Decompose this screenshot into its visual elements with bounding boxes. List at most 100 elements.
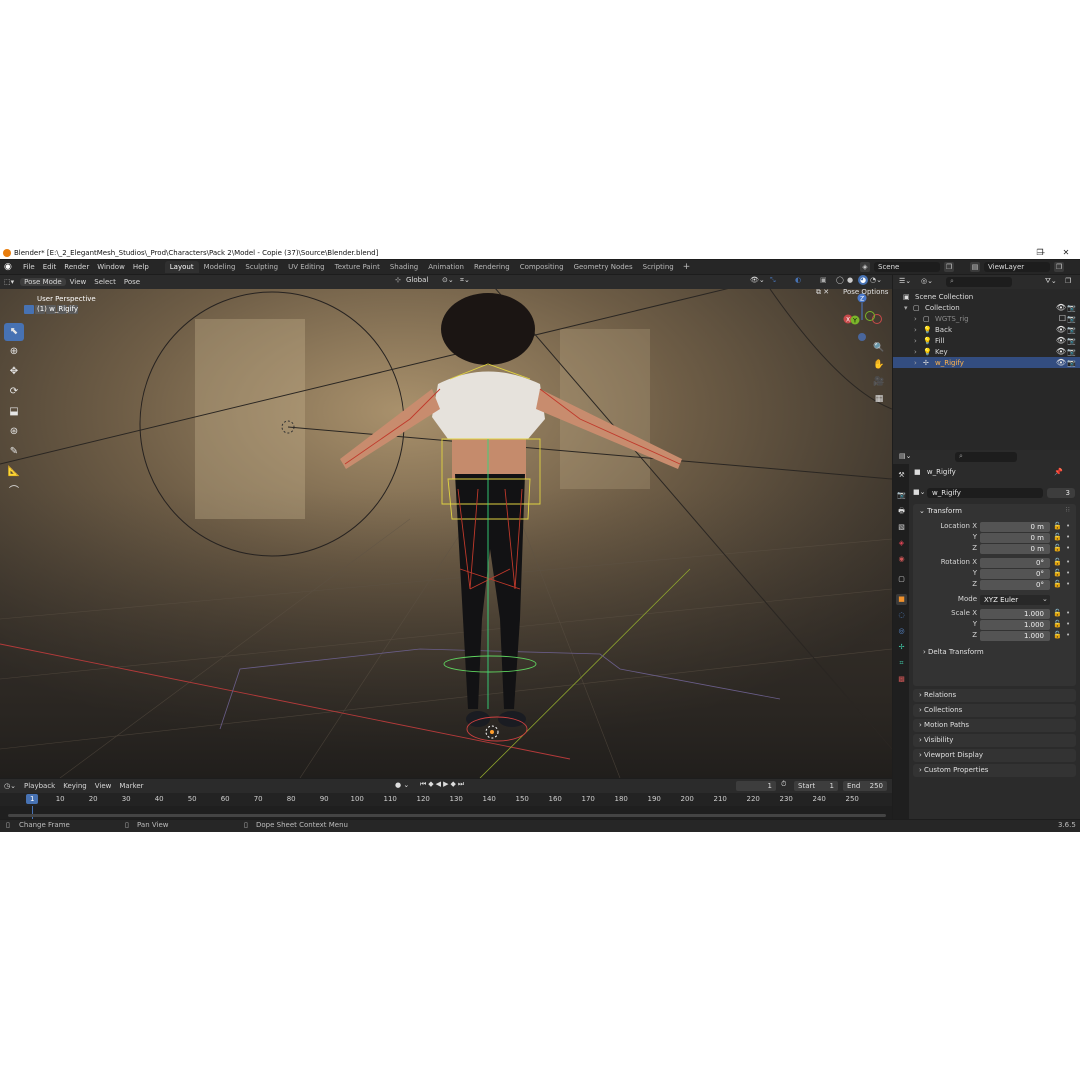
rotate-icon[interactable]: ⟳ [4,383,24,401]
pan-icon[interactable]: ✋ [872,358,886,372]
properties-editor[interactable]: ▤⌄ ⌕ ⚒ 📷 🖶 ▧ ◈ ◉ ▢ ■ ◌ ◎ ✢ ⌗ ▩ ■ w_Rigif… [893,450,1080,819]
outliner-row[interactable]: › ✢ w_Rigify 👁 📷 [893,357,1080,368]
render-visibility-icon[interactable]: 📷 [1067,326,1076,334]
disclosure-icon[interactable]: ▾ [904,304,908,312]
disclosure-icon[interactable]: › [914,359,917,367]
scene-selector[interactable]: Scene [874,262,940,272]
texture-tab-icon[interactable]: ▩ [896,674,907,685]
keyframe-dot[interactable]: • [1066,631,1070,639]
constraints-tab-icon[interactable]: ⌗ [896,658,907,669]
menu-edit[interactable]: Edit [39,263,61,271]
close-button[interactable]: ✕ [1055,247,1077,259]
tab-shading[interactable]: Shading [385,261,423,273]
outliner[interactable]: ☰⌄ ◎⌄ ⌕ ⛛⌄ ❐ ▣ Scene Collection ▾ ▢ Collecti… [893,275,1080,455]
material-shading-icon[interactable]: ◕ [858,275,868,285]
rotation-y-field[interactable]: 0° [980,569,1050,579]
rotation-x-field[interactable]: 0° [980,558,1050,568]
keyframe-dot[interactable]: • [1066,522,1070,530]
render-visibility-icon[interactable]: 📷 [1067,348,1076,356]
keyframe-dot[interactable]: • [1066,609,1070,617]
scale-y-field[interactable]: 1.000 [980,620,1050,630]
rotation-z-field[interactable]: 0° [980,580,1050,590]
tab-geometry-nodes[interactable]: Geometry Nodes [569,261,638,273]
visibility-icon[interactable]: 👁⌄ [750,276,765,284]
lock-icon[interactable]: 🔓 [1053,544,1062,552]
render-tab-icon[interactable]: 📷 [896,490,907,501]
outliner-row[interactable]: ▣ Scene Collection [893,291,1080,302]
properties-editor-icon[interactable]: ▤⌄ [899,452,911,460]
outliner-row[interactable]: › 💡 Fill 👁 📷 [893,335,1080,346]
physics-tab-icon[interactable]: ◎ [896,626,907,637]
users-count[interactable]: 3 [1047,488,1075,498]
new-scene-icon[interactable]: ❐ [944,262,954,272]
lock-icon[interactable]: 🔓 [1053,558,1062,566]
timeline-track[interactable] [0,806,892,819]
orientation-selector[interactable]: Global [406,276,428,284]
pin-icon[interactable]: 📌 [1054,468,1063,476]
object-tab-icon[interactable]: ■ [896,594,907,605]
tab-scripting[interactable]: Scripting [638,261,679,273]
scale-z-field[interactable]: 1.000 [980,631,1050,641]
location-x-field[interactable]: 0 m [980,522,1050,532]
camera-view-icon[interactable]: 🎥 [872,375,886,389]
editor-type-icon[interactable]: ⬚▾ [0,278,18,286]
select-box-icon[interactable]: ⬉ [4,323,24,341]
panel-relations[interactable]: › Relations [913,689,1076,702]
ortho-toggle-icon[interactable]: ▦ [872,392,886,406]
pivot-icon[interactable]: ⊙⌄ [442,276,454,284]
properties-search-input[interactable]: ⌕ [955,452,1017,462]
measure-icon[interactable]: 📐 [4,463,24,481]
eye-icon[interactable]: 👁 [1056,303,1066,312]
delta-transform-subpanel[interactable]: › Delta Transform [923,648,984,656]
tab-sculpting[interactable]: Sculpting [240,261,283,273]
transform-icon[interactable]: ⊛ [4,423,24,441]
panel-collections[interactable]: › Collections [913,704,1076,717]
new-view-layer-icon[interactable]: ❐ [1054,262,1064,272]
render-visibility-icon[interactable]: 📷 [1067,359,1076,367]
current-frame-field[interactable]: 1 [736,781,776,791]
outliner-row[interactable]: › ▢ WGTS_rig ☐ 📷 [893,313,1080,324]
eye-icon[interactable]: 👁 [1056,336,1066,345]
panel-visibility[interactable]: › Visibility [913,734,1076,747]
view-layer-icon[interactable]: ▤ [970,262,980,272]
tab-rendering[interactable]: Rendering [469,261,515,273]
tab-animation[interactable]: Animation [423,261,469,273]
menu-marker[interactable]: Marker [115,782,147,790]
datablock-name-field[interactable]: w_Rigify [927,488,1043,498]
menu-window[interactable]: Window [93,263,129,271]
menu-playback[interactable]: Playback [20,782,59,790]
disclosure-icon[interactable]: › [914,315,917,323]
select-new-icon[interactable] [24,305,34,314]
timeline-scrollbar[interactable] [8,814,886,817]
eye-icon[interactable]: 👁 [1056,347,1066,356]
panel-motion-paths[interactable]: › Motion Paths [913,719,1076,732]
scale-icon[interactable]: ⬓ [4,403,24,421]
tab-modeling[interactable]: Modeling [199,261,241,273]
collection-tab-icon[interactable]: ▢ [896,574,907,585]
keyframe-dot[interactable]: • [1066,544,1070,552]
snap-icon[interactable]: ⌗⌄ [460,276,470,285]
lock-icon[interactable]: 🔓 [1053,631,1062,639]
overlay-icon[interactable]: ◐ [795,276,801,284]
frame-ruler[interactable]: 1 10 20 30 40 50 60 70 80 90 100 110 120 130 140 150 16… [0,794,892,806]
tab-compositing[interactable]: Compositing [515,261,569,273]
current-frame-indicator[interactable]: 1 [26,794,39,804]
eye-icon[interactable]: 👁 [1056,358,1066,367]
clock-icon[interactable]: ⏱ [781,780,786,789]
keyframe-dot[interactable]: • [1066,533,1070,541]
location-z-field[interactable]: 0 m [980,544,1050,554]
keyframe-dot[interactable]: • [1066,580,1070,588]
scene-icon[interactable]: ◈ [860,262,870,272]
scale-x-field[interactable]: 1.000 [980,609,1050,619]
outliner-search-input[interactable]: ⌕ [946,277,1012,287]
menu-keying[interactable]: Keying [59,782,91,790]
move-icon[interactable]: ✥ [4,363,24,381]
keyframe-dot[interactable]: • [1066,558,1070,566]
menu-help[interactable]: Help [129,263,153,271]
viewport-scene[interactable]: ⬉ ⊕ ✥ ⟳ ⬓ ⊛ ✎ 📐 ⌒ User Perspective (1) w… [0,288,892,778]
transform-panel-title[interactable]: ⌄ Transform [919,507,962,515]
gizmo-icon[interactable]: ⤡ [770,276,776,285]
end-frame-field[interactable]: End 250 [843,781,887,791]
disclosure-icon[interactable]: › [914,337,917,345]
blender-menu-icon[interactable]: ◉ [4,262,16,272]
